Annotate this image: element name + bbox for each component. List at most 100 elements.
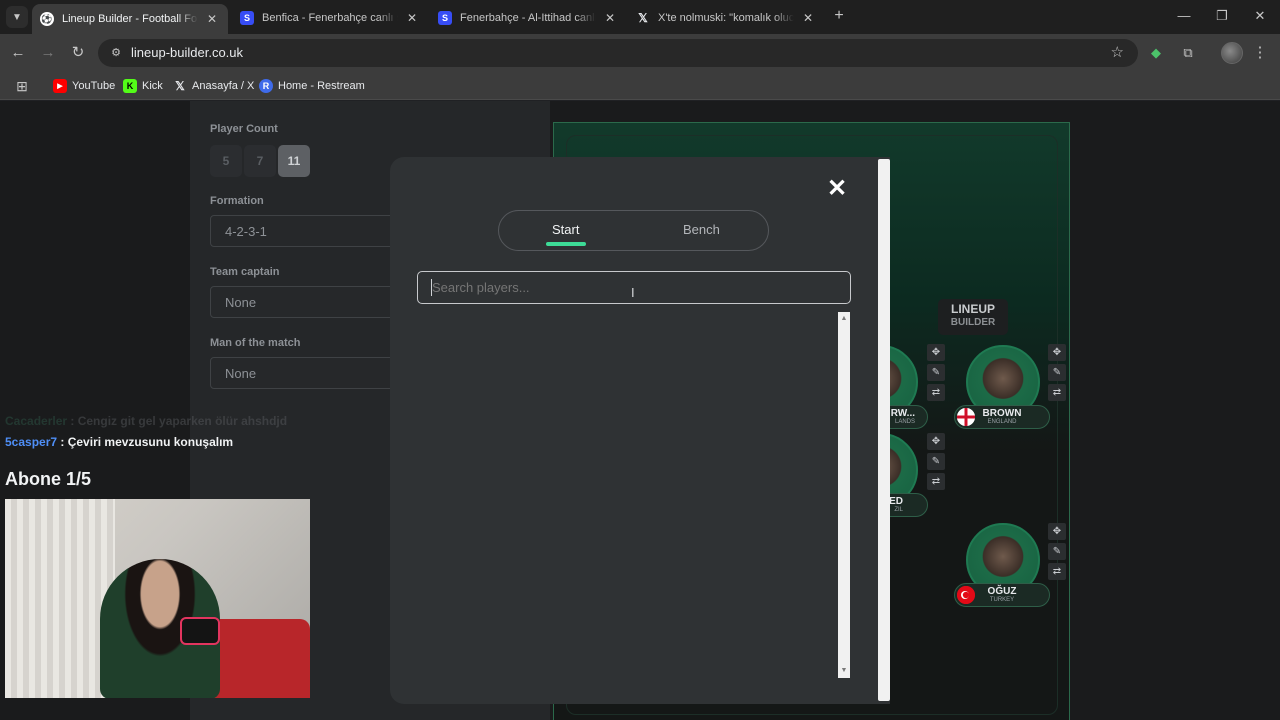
close-tab-icon[interactable]: ✕ (800, 11, 816, 25)
swap-icon[interactable]: ⇄ (1048, 384, 1066, 401)
logo-text-line1: LINEUP (950, 302, 995, 316)
tab-title: X'te nolmuski: "komalık olucam (658, 12, 794, 24)
close-icon: ✕ (1254, 8, 1266, 23)
restore-button[interactable]: ❐ (1211, 6, 1233, 26)
chat-message: 5casper7 : Çeviri mevzusunu konuşalım (5, 435, 234, 449)
edit-pencil-icon[interactable]: ✎ (1048, 543, 1066, 560)
minimize-icon: — (1177, 8, 1191, 23)
close-tab-icon[interactable]: ✕ (602, 11, 618, 25)
move-icon[interactable]: ✥ (927, 344, 945, 361)
bookmark-label: YouTube (72, 80, 116, 92)
bookmark-youtube[interactable]: ▶ YouTube (53, 77, 115, 95)
edit-pencil-icon[interactable]: ✎ (927, 364, 945, 381)
tab-bench[interactable]: Bench (683, 222, 720, 237)
text-cursor-icon: I (631, 285, 635, 300)
player-count-7[interactable]: 7 (244, 145, 276, 177)
tab-title: Benfica - Fenerbahçe canlı skor (262, 12, 398, 24)
address-bar[interactable]: ⚙ lineup-builder.co.uk ☆ (98, 39, 1138, 67)
bookmarks-bar: ⊞ ▶ YouTube K Kick 𝕏 Anasayfa / X R Home… (0, 72, 1280, 100)
url-text: lineup-builder.co.uk (131, 45, 244, 60)
x-icon: 𝕏 (638, 11, 648, 25)
chat-text: Çeviri mevzusunu konuşalım (67, 435, 234, 449)
turkey-flag-icon (957, 586, 975, 604)
bookmark-label: Home - Restream (278, 80, 365, 92)
move-icon[interactable]: ✥ (1048, 344, 1066, 361)
tab-title: Fenerbahçe - Al-Ittihad canlı skor (460, 12, 596, 24)
close-tab-icon[interactable]: ✕ (404, 11, 420, 25)
close-modal-button[interactable]: ✕ (825, 177, 849, 201)
sofascore-icon: S (240, 11, 254, 25)
webcam-curtain (5, 499, 115, 698)
player-count-11[interactable]: 11 (278, 145, 310, 177)
move-icon[interactable]: ✥ (1048, 523, 1066, 540)
chat-message: Cacaderler : Cengiz git gel yaparken ölü… (5, 414, 288, 428)
text-caret (431, 279, 432, 296)
swap-icon[interactable]: ⇄ (927, 384, 945, 401)
man-of-the-match-label: Man of the match (210, 337, 301, 349)
bookmark-star-icon[interactable]: ☆ (1111, 43, 1124, 61)
profile-avatar[interactable] (1221, 42, 1243, 64)
reload-button[interactable]: ↻ (68, 43, 88, 63)
chat-username: Cacaderler (5, 414, 68, 428)
extension-icon[interactable]: ◆ (1146, 43, 1166, 63)
man-of-the-match-select[interactable]: None (210, 357, 410, 389)
youtube-icon: ▶ (53, 79, 67, 93)
tab-title: Lineup Builder - Football Formation (62, 13, 198, 25)
chevron-down-icon: ▼ (12, 11, 22, 23)
reload-icon: ↻ (71, 44, 85, 61)
menu-kebab-icon[interactable]: ⋮ (1252, 43, 1268, 61)
player-list-scrollbar[interactable]: ▲ ▼ (838, 312, 850, 678)
new-tab-button[interactable]: + (830, 7, 848, 25)
site-info-icon[interactable]: ⚙ (108, 45, 124, 61)
edit-pencil-icon[interactable]: ✎ (1048, 364, 1066, 381)
modal-scrollbar[interactable] (878, 159, 890, 701)
bookmark-label: Anasayfa / X (192, 80, 255, 92)
subscriber-goal: Abone 1/5 (5, 469, 92, 489)
tab-start[interactable]: Start (552, 222, 579, 237)
formation-select[interactable]: 4-2-3-1 (210, 215, 410, 247)
tab-benfica-fenerbahce[interactable]: S Benfica - Fenerbahçe canlı skor ✕ (232, 4, 428, 32)
page-content: Player Count 5 7 11 Formation 4-2-3-1 Te… (0, 101, 1280, 720)
player-tools-partial-1: ✥ ✎ ⇄ (927, 344, 945, 404)
extensions-puzzle-icon[interactable]: ⧉ (1178, 43, 1198, 63)
chat-text: Cengiz git gel yaparken ölür ahshdjd (77, 414, 288, 428)
team-captain-label: Team captain (210, 266, 280, 278)
x-icon: 𝕏 (175, 79, 185, 93)
swap-icon[interactable]: ⇄ (927, 473, 945, 490)
chat-username: 5casper7 (5, 435, 58, 449)
tab-x-nolmuski[interactable]: 𝕏 X'te nolmuski: "komalık olucam ✕ (628, 4, 824, 32)
player-tools-brown: ✥ ✎ ⇄ (1048, 344, 1066, 404)
sofascore-icon: S (438, 11, 452, 25)
player-count-5[interactable]: 5 (210, 145, 242, 177)
tab-search-button[interactable]: ▼ (6, 6, 28, 28)
bookmark-x[interactable]: 𝕏 Anasayfa / X (173, 77, 254, 95)
browser-toolbar: ← → ↻ ⚙ lineup-builder.co.uk ☆ ◆ ⧉ ⋮ (0, 34, 1280, 72)
scroll-down-arrow-icon[interactable]: ▼ (839, 666, 849, 676)
close-window-button[interactable]: ✕ (1249, 6, 1271, 26)
kick-icon: K (123, 79, 137, 93)
start-bench-toggle: Start Bench (498, 210, 769, 251)
active-tab-indicator (546, 242, 586, 246)
player-count-selector: 5 7 11 (210, 145, 310, 177)
webcam-overlay (5, 499, 310, 698)
team-captain-select[interactable]: None (210, 286, 410, 318)
tab-fenerbahce-al-ittihad[interactable]: S Fenerbahçe - Al-Ittihad canlı skor ✕ (430, 4, 626, 32)
close-tab-icon[interactable]: ✕ (204, 12, 220, 26)
move-icon[interactable]: ✥ (927, 433, 945, 450)
minimize-button[interactable]: — (1173, 6, 1195, 26)
arrow-right-icon: → (40, 44, 56, 61)
player-count-label: Player Count (210, 123, 278, 135)
bookmark-kick[interactable]: K Kick (123, 77, 163, 95)
arrow-left-icon: ← (10, 44, 26, 61)
bookmark-restream[interactable]: R Home - Restream (259, 77, 365, 95)
logo-text-line2: BUILDER (950, 317, 996, 328)
apps-grid-icon[interactable]: ⊞ (14, 78, 30, 94)
back-button[interactable]: ← (8, 43, 28, 63)
tab-lineup-builder[interactable]: ⚽ Lineup Builder - Football Formation ✕ (32, 4, 228, 34)
swap-icon[interactable]: ⇄ (1048, 563, 1066, 580)
player-tools-partial-2: ✥ ✎ ⇄ (927, 433, 945, 493)
edit-pencil-icon[interactable]: ✎ (927, 453, 945, 470)
scroll-up-arrow-icon[interactable]: ▲ (839, 314, 849, 324)
forward-button[interactable]: → (38, 43, 58, 63)
football-icon: ⚽ (40, 12, 54, 26)
